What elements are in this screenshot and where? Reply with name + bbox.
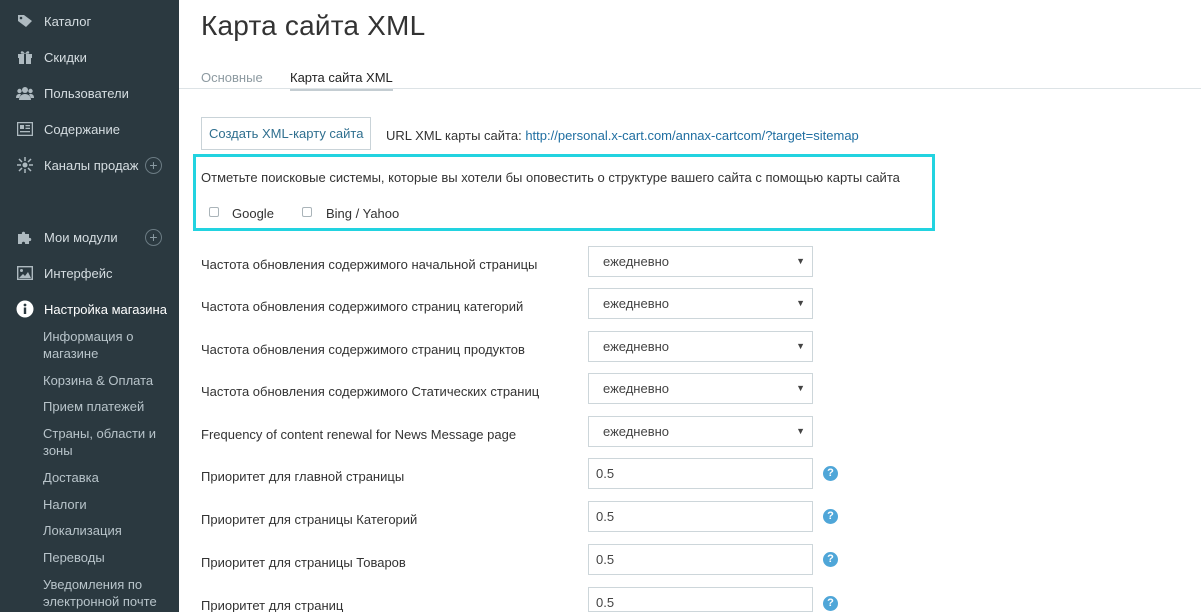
select-value: ежедневно (603, 254, 670, 269)
create-sitemap-button[interactable]: Создать XML-карту сайта (201, 117, 372, 150)
priority-pages-label: Приоритет для страниц (201, 598, 344, 612)
freq-home-select[interactable]: ежедневно ▼ (588, 246, 813, 277)
sidebar-subitem-taxes[interactable]: Налоги (43, 496, 173, 513)
sidebar-item-store-setup[interactable]: Настройка магазина (0, 297, 179, 321)
select-value: ежедневно (603, 424, 670, 439)
sidebar-item-sales-channels[interactable]: Каналы продаж + (0, 153, 179, 177)
tabs-divider (179, 88, 1201, 89)
freq-static-label: Частота обновления содержимого Статическ… (201, 384, 540, 399)
sidebar-subitem-cart-checkout[interactable]: Корзина & Оплата (43, 372, 173, 389)
sidebar-item-content[interactable]: Содержание (0, 117, 179, 141)
priority-product-input[interactable]: 0.5 (588, 544, 813, 575)
sidebar-item-interface[interactable]: Интерфейс (0, 261, 179, 285)
sidebar-item-label: Скидки (44, 49, 87, 65)
sidebar-item-discounts[interactable]: Скидки (0, 45, 179, 69)
sidebar-subitem-translations[interactable]: Переводы (43, 549, 173, 566)
priority-home-input[interactable]: 0.5 (588, 458, 813, 489)
tab-general[interactable]: Основные (201, 70, 263, 85)
users-icon (16, 84, 34, 102)
bing-yahoo-label[interactable]: Bing / Yahoo (326, 206, 399, 221)
freq-category-label: Частота обновления содержимого страниц к… (201, 299, 524, 314)
gift-icon (16, 48, 34, 66)
freq-static-select[interactable]: ежедневно ▼ (588, 373, 813, 404)
sidebar-item-label: Мои модули (44, 229, 118, 245)
help-icon[interactable]: ? (823, 466, 838, 481)
sitemap-url-label: URL XML карты сайта: (386, 128, 522, 143)
select-value: ежедневно (603, 339, 670, 354)
sidebar-item-label: Каталог (44, 13, 92, 29)
add-sales-channel-button[interactable]: + (145, 156, 162, 174)
freq-home-label: Частота обновления содержимого начальной… (201, 257, 538, 272)
search-engines-hint: Отметьте поисковые системы, которые вы х… (201, 170, 900, 185)
bing-yahoo-checkbox[interactable] (302, 207, 312, 217)
select-value: ежедневно (603, 296, 670, 311)
chevron-down-icon: ▼ (796, 298, 805, 308)
priority-home-label: Приоритет для главной страницы (201, 469, 405, 484)
sidebar: Каталог Скидки Пользователи Содержание К… (0, 0, 179, 612)
sales-channels-icon (16, 156, 34, 174)
help-icon[interactable]: ? (823, 596, 838, 611)
priority-category-label: Приоритет для страницы Категорий (201, 512, 418, 527)
sidebar-subitem-payments[interactable]: Прием платежей (43, 398, 173, 415)
sidebar-subitem-store-info[interactable]: Информация о магазине (43, 328, 173, 362)
info-icon (16, 300, 34, 318)
page-title: Карта сайта XML (201, 10, 426, 41)
sidebar-item-my-modules[interactable]: Мои модули + (0, 225, 179, 249)
image-icon (16, 264, 34, 282)
puzzle-icon (16, 228, 34, 246)
sidebar-item-label: Каналы продаж (44, 157, 139, 173)
chevron-down-icon: ▼ (796, 256, 805, 266)
priority-pages-input[interactable]: 0.5 (588, 587, 813, 612)
priority-product-label: Приоритет для страницы Товаров (201, 555, 406, 570)
freq-news-label: Frequency of content renewal for News Me… (201, 427, 517, 442)
sidebar-item-label: Настройка магазина (44, 301, 167, 317)
sitemap-url-link[interactable]: http://personal.x-cart.com/annax-cartcom… (525, 128, 858, 143)
select-value: ежедневно (603, 381, 670, 396)
chevron-down-icon: ▼ (796, 383, 805, 393)
sidebar-subitem-shipping[interactable]: Доставка (43, 469, 173, 486)
help-icon[interactable]: ? (823, 552, 838, 567)
tag-icon (16, 12, 34, 30)
freq-category-select[interactable]: ежедневно ▼ (588, 288, 813, 319)
add-module-button[interactable]: + (145, 228, 162, 246)
chevron-down-icon: ▼ (796, 426, 805, 436)
chevron-down-icon: ▼ (796, 341, 805, 351)
freq-product-label: Частота обновления содержимого страниц п… (201, 342, 525, 357)
freq-news-select[interactable]: ежедневно ▼ (588, 416, 813, 447)
freq-product-select[interactable]: ежедневно ▼ (588, 331, 813, 362)
sidebar-subitem-countries[interactable]: Страны, области и зоны (43, 425, 173, 459)
sidebar-item-label: Интерфейс (44, 265, 113, 281)
google-checkbox[interactable] (209, 207, 219, 217)
sidebar-item-label: Содержание (44, 121, 120, 137)
content-icon (16, 120, 34, 138)
sidebar-subitem-localization[interactable]: Локализация (43, 522, 173, 539)
sidebar-item-users[interactable]: Пользователи (0, 81, 179, 105)
google-label[interactable]: Google (232, 206, 274, 221)
help-icon[interactable]: ? (823, 509, 838, 524)
sidebar-subitem-email-notifications[interactable]: Уведомления по электронной почте (43, 576, 173, 610)
search-engines-highlight (193, 154, 935, 231)
sitemap-url-row: URL XML карты сайта: http://personal.x-c… (386, 128, 859, 143)
sidebar-item-label: Пользователи (44, 85, 129, 101)
priority-category-input[interactable]: 0.5 (588, 501, 813, 532)
sidebar-item-catalog[interactable]: Каталог (0, 9, 179, 33)
